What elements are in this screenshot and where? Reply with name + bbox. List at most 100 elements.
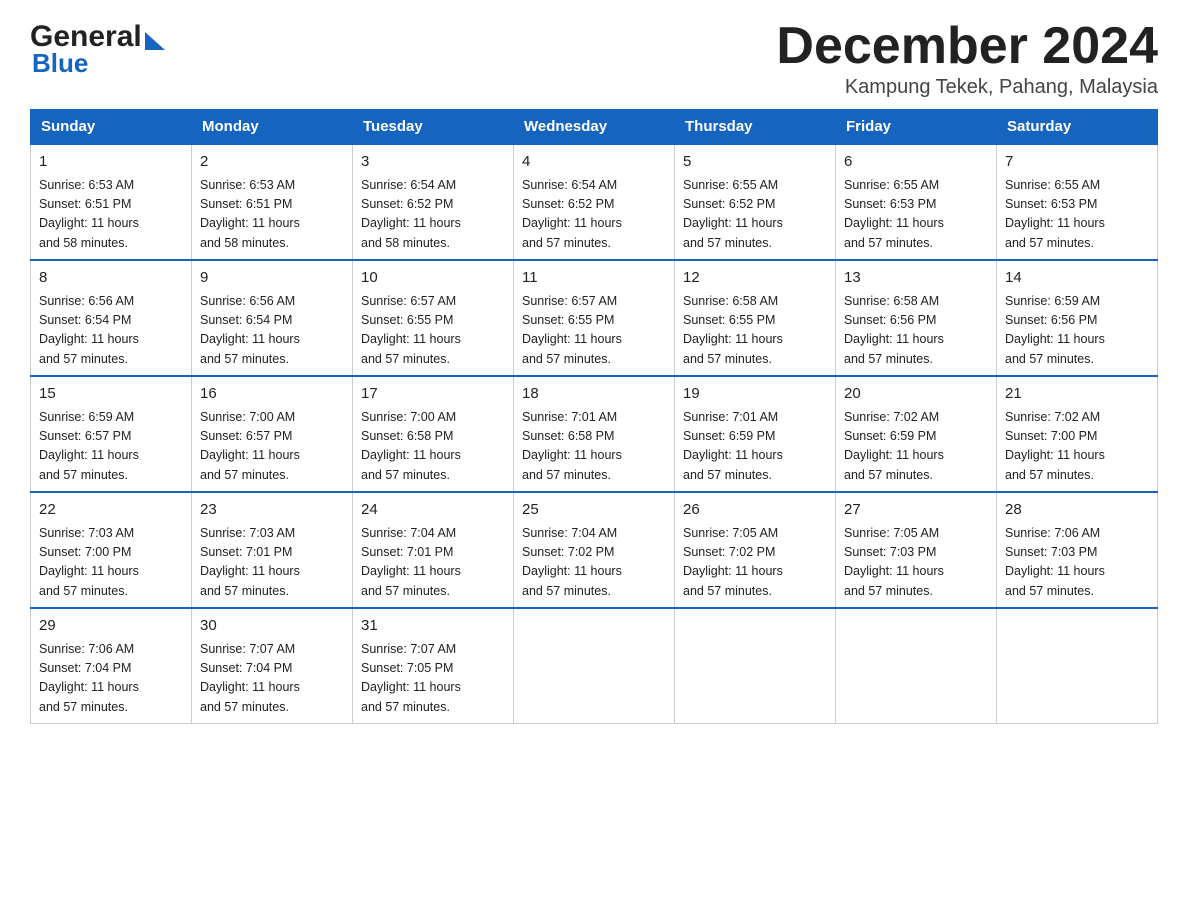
day-number: 5 [683,151,827,174]
calendar-cell: 16 Sunrise: 7:00 AMSunset: 6:57 PMDaylig… [192,376,353,492]
logo-arrow-icon [145,32,165,50]
weekday-header-sunday: Sunday [31,110,192,145]
calendar-cell: 9 Sunrise: 6:56 AMSunset: 6:54 PMDayligh… [192,260,353,376]
day-number: 18 [522,383,666,406]
calendar-cell: 29 Sunrise: 7:06 AMSunset: 7:04 PMDaylig… [31,608,192,724]
weekday-header-friday: Friday [836,110,997,145]
day-number: 13 [844,267,988,290]
day-info: Sunrise: 7:01 AMSunset: 6:58 PMDaylight:… [522,410,622,482]
weekday-header-thursday: Thursday [675,110,836,145]
calendar-cell: 23 Sunrise: 7:03 AMSunset: 7:01 PMDaylig… [192,492,353,608]
day-number: 22 [39,499,183,522]
calendar-cell [997,608,1158,724]
weekday-header-saturday: Saturday [997,110,1158,145]
calendar-body: 1 Sunrise: 6:53 AMSunset: 6:51 PMDayligh… [31,144,1158,724]
calendar-cell: 13 Sunrise: 6:58 AMSunset: 6:56 PMDaylig… [836,260,997,376]
day-info: Sunrise: 6:57 AMSunset: 6:55 PMDaylight:… [522,294,622,366]
week-row-2: 8 Sunrise: 6:56 AMSunset: 6:54 PMDayligh… [31,260,1158,376]
day-number: 6 [844,151,988,174]
day-number: 30 [200,615,344,638]
calendar-cell: 17 Sunrise: 7:00 AMSunset: 6:58 PMDaylig… [353,376,514,492]
title-block: December 2024 Kampung Tekek, Pahang, Mal… [776,20,1158,99]
calendar-cell [514,608,675,724]
day-info: Sunrise: 7:02 AMSunset: 6:59 PMDaylight:… [844,410,944,482]
day-number: 11 [522,267,666,290]
day-info: Sunrise: 7:01 AMSunset: 6:59 PMDaylight:… [683,410,783,482]
day-number: 8 [39,267,183,290]
day-number: 16 [200,383,344,406]
weekday-header-row: SundayMondayTuesdayWednesdayThursdayFrid… [31,110,1158,145]
calendar-cell: 30 Sunrise: 7:07 AMSunset: 7:04 PMDaylig… [192,608,353,724]
day-info: Sunrise: 7:06 AMSunset: 7:04 PMDaylight:… [39,642,139,714]
weekday-header-wednesday: Wednesday [514,110,675,145]
calendar-cell: 7 Sunrise: 6:55 AMSunset: 6:53 PMDayligh… [997,144,1158,260]
day-info: Sunrise: 6:57 AMSunset: 6:55 PMDaylight:… [361,294,461,366]
day-info: Sunrise: 7:05 AMSunset: 7:02 PMDaylight:… [683,526,783,598]
logo-blue: Blue [32,48,88,79]
day-number: 23 [200,499,344,522]
calendar-cell: 5 Sunrise: 6:55 AMSunset: 6:52 PMDayligh… [675,144,836,260]
day-number: 4 [522,151,666,174]
calendar-cell [675,608,836,724]
day-number: 26 [683,499,827,522]
calendar-cell: 26 Sunrise: 7:05 AMSunset: 7:02 PMDaylig… [675,492,836,608]
day-number: 14 [1005,267,1149,290]
day-number: 10 [361,267,505,290]
calendar-cell [836,608,997,724]
week-row-5: 29 Sunrise: 7:06 AMSunset: 7:04 PMDaylig… [31,608,1158,724]
location: Kampung Tekek, Pahang, Malaysia [776,76,1158,99]
calendar-cell: 21 Sunrise: 7:02 AMSunset: 7:00 PMDaylig… [997,376,1158,492]
day-number: 27 [844,499,988,522]
calendar-cell: 10 Sunrise: 6:57 AMSunset: 6:55 PMDaylig… [353,260,514,376]
weekday-header-monday: Monday [192,110,353,145]
calendar-cell: 18 Sunrise: 7:01 AMSunset: 6:58 PMDaylig… [514,376,675,492]
day-number: 25 [522,499,666,522]
day-info: Sunrise: 7:06 AMSunset: 7:03 PMDaylight:… [1005,526,1105,598]
day-info: Sunrise: 6:59 AMSunset: 6:56 PMDaylight:… [1005,294,1105,366]
day-info: Sunrise: 6:54 AMSunset: 6:52 PMDaylight:… [361,178,461,250]
day-info: Sunrise: 6:55 AMSunset: 6:53 PMDaylight:… [844,178,944,250]
day-number: 1 [39,151,183,174]
day-number: 7 [1005,151,1149,174]
day-info: Sunrise: 7:02 AMSunset: 7:00 PMDaylight:… [1005,410,1105,482]
day-number: 31 [361,615,505,638]
day-info: Sunrise: 7:03 AMSunset: 7:00 PMDaylight:… [39,526,139,598]
calendar-cell: 8 Sunrise: 6:56 AMSunset: 6:54 PMDayligh… [31,260,192,376]
day-info: Sunrise: 6:53 AMSunset: 6:51 PMDaylight:… [200,178,300,250]
day-number: 29 [39,615,183,638]
day-number: 9 [200,267,344,290]
calendar-cell: 31 Sunrise: 7:07 AMSunset: 7:05 PMDaylig… [353,608,514,724]
day-info: Sunrise: 7:05 AMSunset: 7:03 PMDaylight:… [844,526,944,598]
calendar-cell: 3 Sunrise: 6:54 AMSunset: 6:52 PMDayligh… [353,144,514,260]
calendar-cell: 28 Sunrise: 7:06 AMSunset: 7:03 PMDaylig… [997,492,1158,608]
day-number: 21 [1005,383,1149,406]
calendar-cell: 4 Sunrise: 6:54 AMSunset: 6:52 PMDayligh… [514,144,675,260]
page-header: General Blue December 2024 Kampung Tekek… [30,20,1158,99]
calendar-cell: 20 Sunrise: 7:02 AMSunset: 6:59 PMDaylig… [836,376,997,492]
day-info: Sunrise: 7:07 AMSunset: 7:05 PMDaylight:… [361,642,461,714]
calendar-cell: 6 Sunrise: 6:55 AMSunset: 6:53 PMDayligh… [836,144,997,260]
day-number: 3 [361,151,505,174]
day-info: Sunrise: 7:04 AMSunset: 7:01 PMDaylight:… [361,526,461,598]
day-number: 20 [844,383,988,406]
day-info: Sunrise: 7:00 AMSunset: 6:58 PMDaylight:… [361,410,461,482]
day-info: Sunrise: 6:55 AMSunset: 6:53 PMDaylight:… [1005,178,1105,250]
weekday-header-tuesday: Tuesday [353,110,514,145]
week-row-3: 15 Sunrise: 6:59 AMSunset: 6:57 PMDaylig… [31,376,1158,492]
day-info: Sunrise: 6:56 AMSunset: 6:54 PMDaylight:… [39,294,139,366]
logo: General Blue [30,20,165,79]
day-info: Sunrise: 6:58 AMSunset: 6:56 PMDaylight:… [844,294,944,366]
day-number: 15 [39,383,183,406]
calendar-cell: 2 Sunrise: 6:53 AMSunset: 6:51 PMDayligh… [192,144,353,260]
day-info: Sunrise: 7:07 AMSunset: 7:04 PMDaylight:… [200,642,300,714]
day-info: Sunrise: 6:54 AMSunset: 6:52 PMDaylight:… [522,178,622,250]
calendar-cell: 24 Sunrise: 7:04 AMSunset: 7:01 PMDaylig… [353,492,514,608]
day-info: Sunrise: 7:00 AMSunset: 6:57 PMDaylight:… [200,410,300,482]
month-title: December 2024 [776,20,1158,72]
calendar-header: SundayMondayTuesdayWednesdayThursdayFrid… [31,110,1158,145]
calendar-cell: 11 Sunrise: 6:57 AMSunset: 6:55 PMDaylig… [514,260,675,376]
day-number: 19 [683,383,827,406]
week-row-1: 1 Sunrise: 6:53 AMSunset: 6:51 PMDayligh… [31,144,1158,260]
week-row-4: 22 Sunrise: 7:03 AMSunset: 7:00 PMDaylig… [31,492,1158,608]
day-number: 2 [200,151,344,174]
